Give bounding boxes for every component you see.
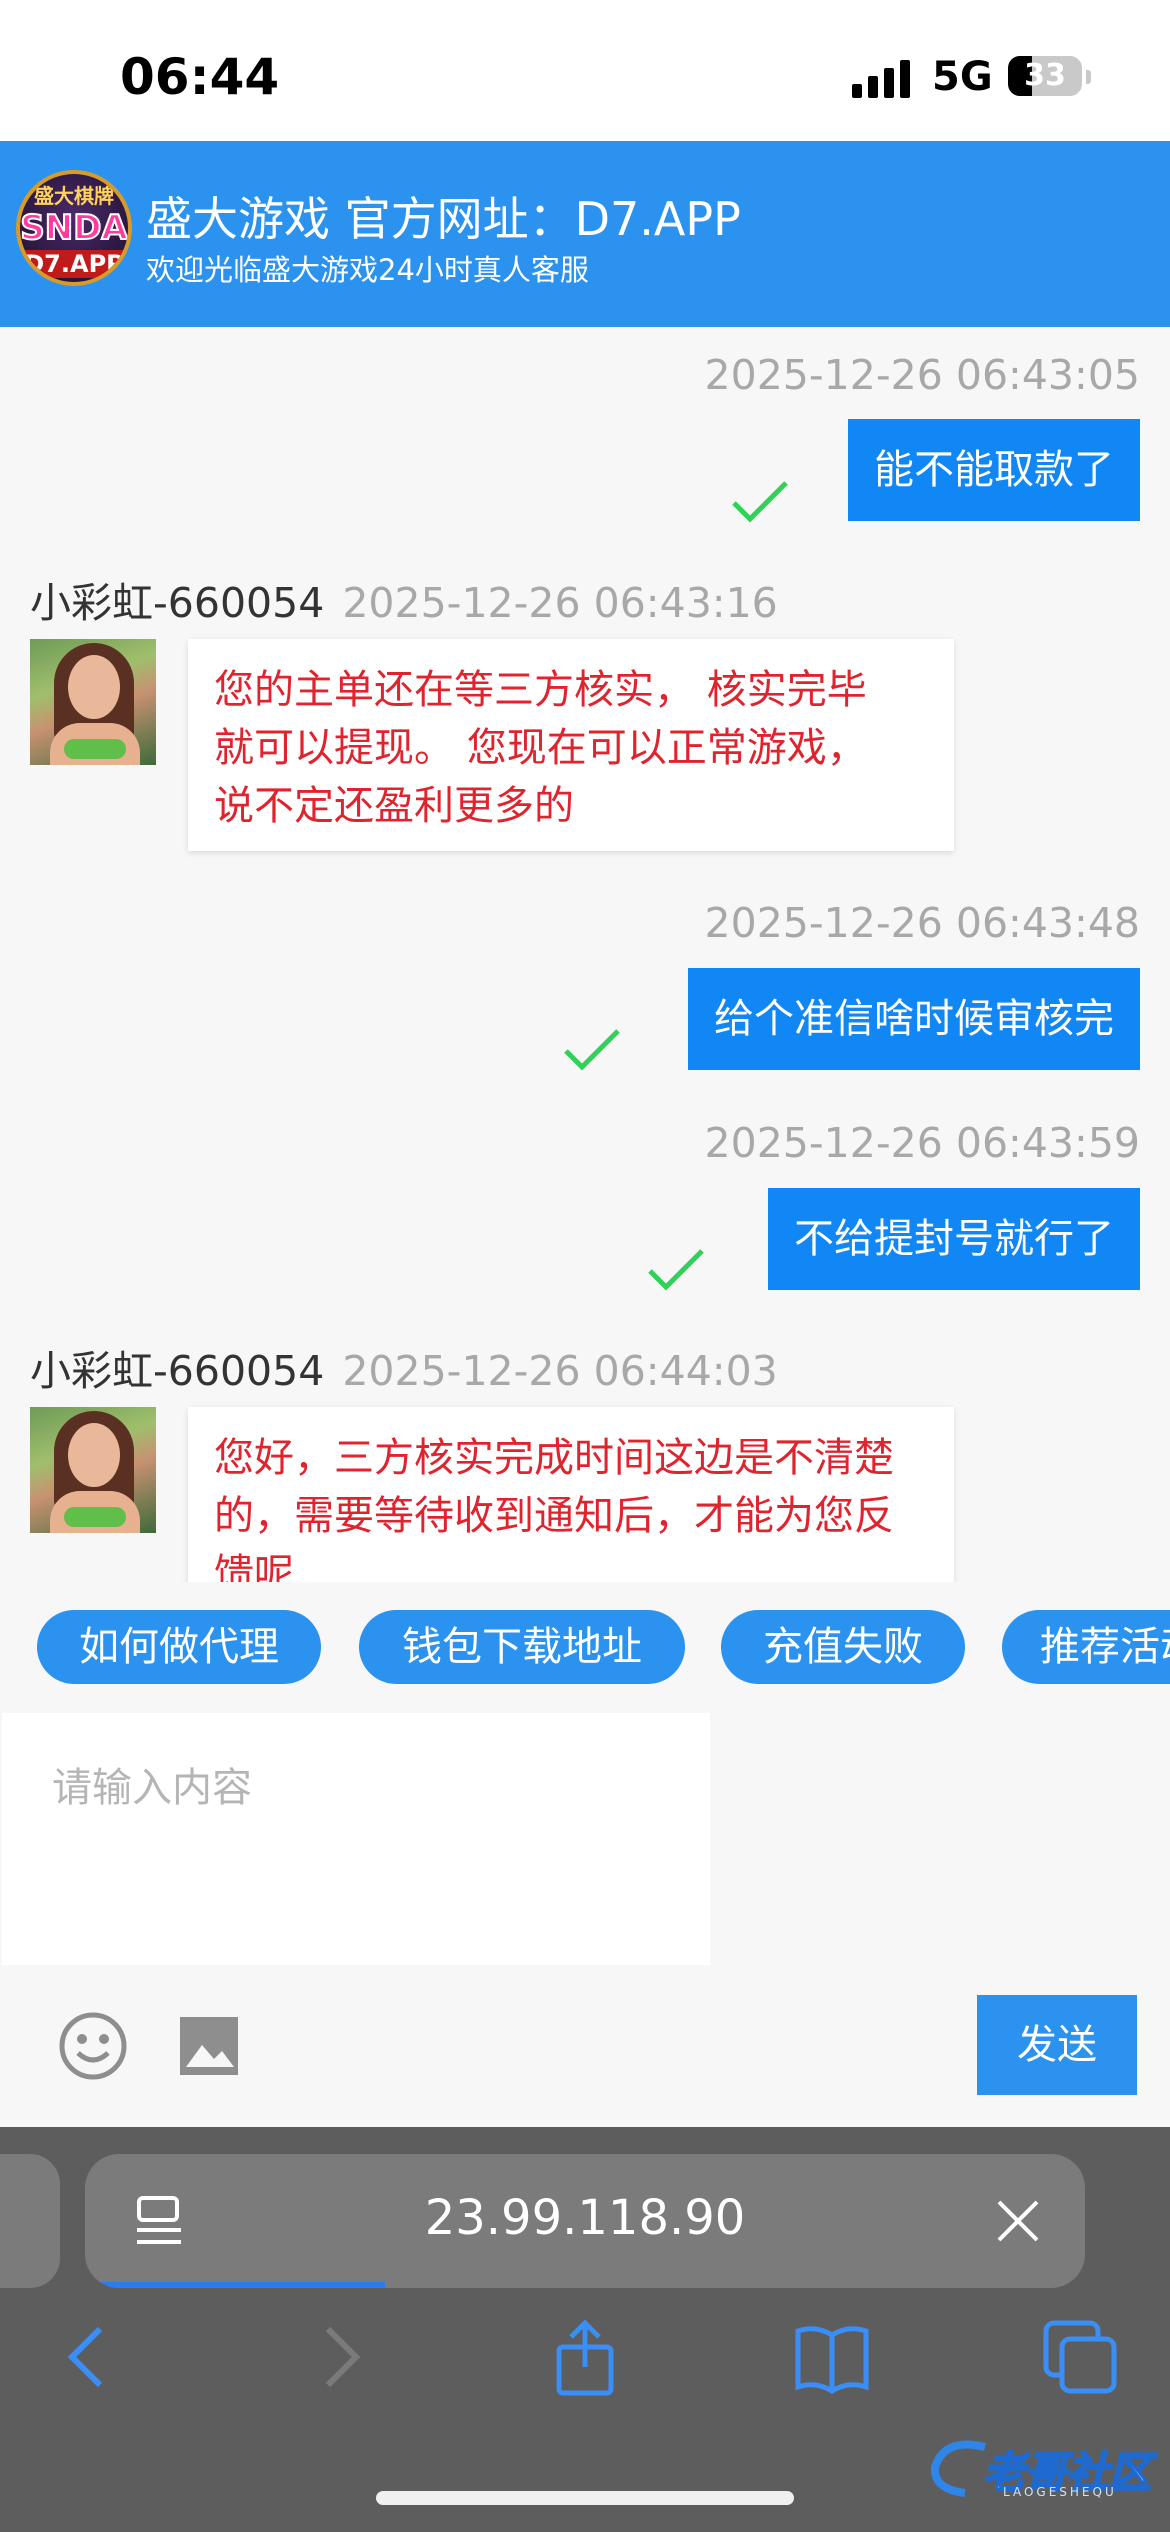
battery-icon: 33 [1008, 56, 1082, 96]
message-timestamp: 2025-12-26 06:43:59 [704, 1119, 1140, 1167]
message-timestamp: 2025-12-26 06:44:03 [342, 1347, 778, 1395]
agent-avatar[interactable] [30, 639, 156, 765]
input-placeholder: 请输入内容 [52, 1765, 252, 1811]
agent-meta: 小彩虹-660054 2025-12-26 06:43:16 [30, 569, 778, 629]
agent-name: 小彩虹-660054 [30, 1347, 325, 1395]
message-line: 就可以提现。 您现在可以正常游戏， [214, 725, 867, 771]
quick-replies-bar[interactable]: 如何做代理 钱包下载地址 充值失败 推荐活动 [0, 1582, 1170, 1712]
forward-icon[interactable] [300, 2317, 380, 2397]
message-list[interactable]: 2025-12-26 06:43:05 能不能取款了 小彩虹-660054 202… [0, 327, 1170, 1582]
composer-spacer [710, 1713, 1170, 1965]
agent-name: 小彩虹-660054 [30, 579, 325, 627]
bookmarks-icon[interactable] [792, 2317, 872, 2397]
quick-reply-chip[interactable]: 钱包下载地址 [359, 1610, 685, 1684]
message-line: 的，需要等待收到通知后，才能为您反 [214, 1493, 894, 1539]
quick-reply-chip[interactable]: 充值失败 [721, 1610, 965, 1684]
agent-message-bubble[interactable]: 您好，三方核实完成时间这边是不清楚 的，需要等待收到通知后，才能为您反 馈呢 [188, 1407, 954, 1582]
logo-line-2: SNDA [20, 207, 128, 249]
quick-reply-chip[interactable]: 推荐活动 [1002, 1610, 1170, 1684]
page-load-progress [85, 2282, 385, 2288]
tabs-icon[interactable] [1040, 2317, 1120, 2397]
close-icon[interactable] [995, 2198, 1041, 2244]
chat-header: 盛大棋牌 SNDA D7.APP 盛大游戏 官方网址：D7.APP 欢迎光临盛大… [0, 141, 1170, 327]
message-input[interactable]: 请输入内容 [2, 1713, 710, 1965]
my-message-bubble[interactable]: 能不能取款了 [848, 419, 1140, 521]
home-indicator[interactable] [376, 2491, 794, 2505]
header-subtitle: 欢迎光临盛大游戏24小时真人客服 [146, 253, 589, 287]
logo-line-1: 盛大棋牌 [34, 184, 114, 208]
brand-logo: 盛大棋牌 SNDA D7.APP [16, 170, 132, 286]
logo-line-3: D7.APP [20, 250, 128, 278]
message-line: 馈呢 [214, 1551, 294, 1582]
send-button[interactable]: 发送 [977, 1995, 1137, 2095]
read-check-icon [732, 481, 788, 523]
message-timestamp: 2025-12-26 06:43:05 [704, 351, 1140, 399]
back-icon[interactable] [48, 2317, 128, 2397]
address-bar[interactable]: 23.99.118.90 [85, 2154, 1085, 2288]
composer-toolbar: 发送 [0, 1965, 1170, 2127]
image-upload-icon[interactable] [178, 2015, 240, 2077]
battery-level: 33 [1024, 58, 1066, 93]
header-title: 盛大游戏 官方网址：D7.APP [146, 192, 741, 246]
quick-reply-chip[interactable]: 如何做代理 [37, 1610, 321, 1684]
message-line: 您好，三方核实完成时间这边是不清楚 [214, 1435, 894, 1481]
watermark-logo: 老哥社区 LAOGESHEQU [925, 2433, 1155, 2503]
read-check-icon [648, 1249, 704, 1291]
status-bar: 06:44 5G 33 [0, 0, 1170, 141]
message-timestamp: 2025-12-26 06:43:16 [342, 579, 778, 627]
message-timestamp: 2025-12-26 06:43:48 [704, 899, 1140, 947]
my-message-bubble[interactable]: 不给提封号就行了 [768, 1188, 1140, 1290]
agent-avatar[interactable] [30, 1407, 156, 1533]
url-text: 23.99.118.90 [424, 2190, 746, 2246]
share-icon[interactable] [545, 2317, 625, 2397]
read-check-icon [564, 1029, 620, 1071]
emoji-icon[interactable] [58, 2011, 128, 2081]
message-line: 您的主单还在等三方核实， 核实完毕 [214, 667, 867, 713]
agent-message-bubble[interactable]: 您的主单还在等三方核实， 核实完毕 就可以提现。 您现在可以正常游戏， 说不定还… [188, 639, 954, 851]
my-message-bubble[interactable]: 给个准信啥时候审核完 [688, 968, 1140, 1070]
message-line: 说不定还盈利更多的 [214, 783, 574, 829]
watermark-subtext: LAOGESHEQU [1003, 2485, 1117, 2499]
cellular-signal-icon [852, 58, 914, 98]
battery-tip [1086, 70, 1091, 84]
previous-tab-preview[interactable] [0, 2154, 60, 2288]
network-type: 5G [932, 54, 993, 100]
agent-meta: 小彩虹-660054 2025-12-26 06:44:03 [30, 1337, 778, 1397]
status-time: 06:44 [120, 48, 280, 106]
